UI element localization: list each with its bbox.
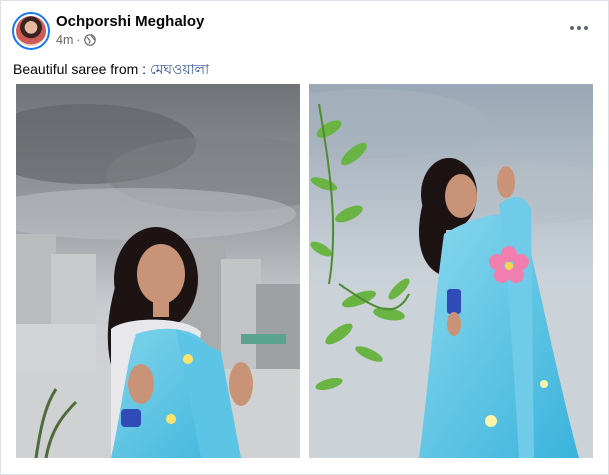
post-photo-1[interactable] [16,84,300,458]
more-dot-icon [570,26,574,30]
avatar-image [16,16,46,46]
caption-text: Beautiful saree from : [13,61,150,77]
facebook-post: Ochporshi Meghaloy 4m · Beautiful saree … [0,0,609,475]
photo-1-image [16,84,300,458]
post-time[interactable]: 4m [56,33,73,47]
more-dot-icon [577,26,581,30]
post-photo-2[interactable] [309,84,593,458]
photo-2-image [309,84,593,458]
meta-separator: · [76,33,81,47]
post-meta: 4m · [56,33,96,47]
more-options-button[interactable] [567,19,591,37]
caption-page-link[interactable]: মেঘওয়ালা [150,61,209,77]
author-avatar[interactable] [12,12,50,50]
more-dot-icon [584,26,588,30]
post-caption: Beautiful saree from : মেঘওয়ালা [13,58,209,82]
author-name[interactable]: Ochporshi Meghaloy [56,13,204,30]
globe-icon[interactable] [83,34,96,46]
